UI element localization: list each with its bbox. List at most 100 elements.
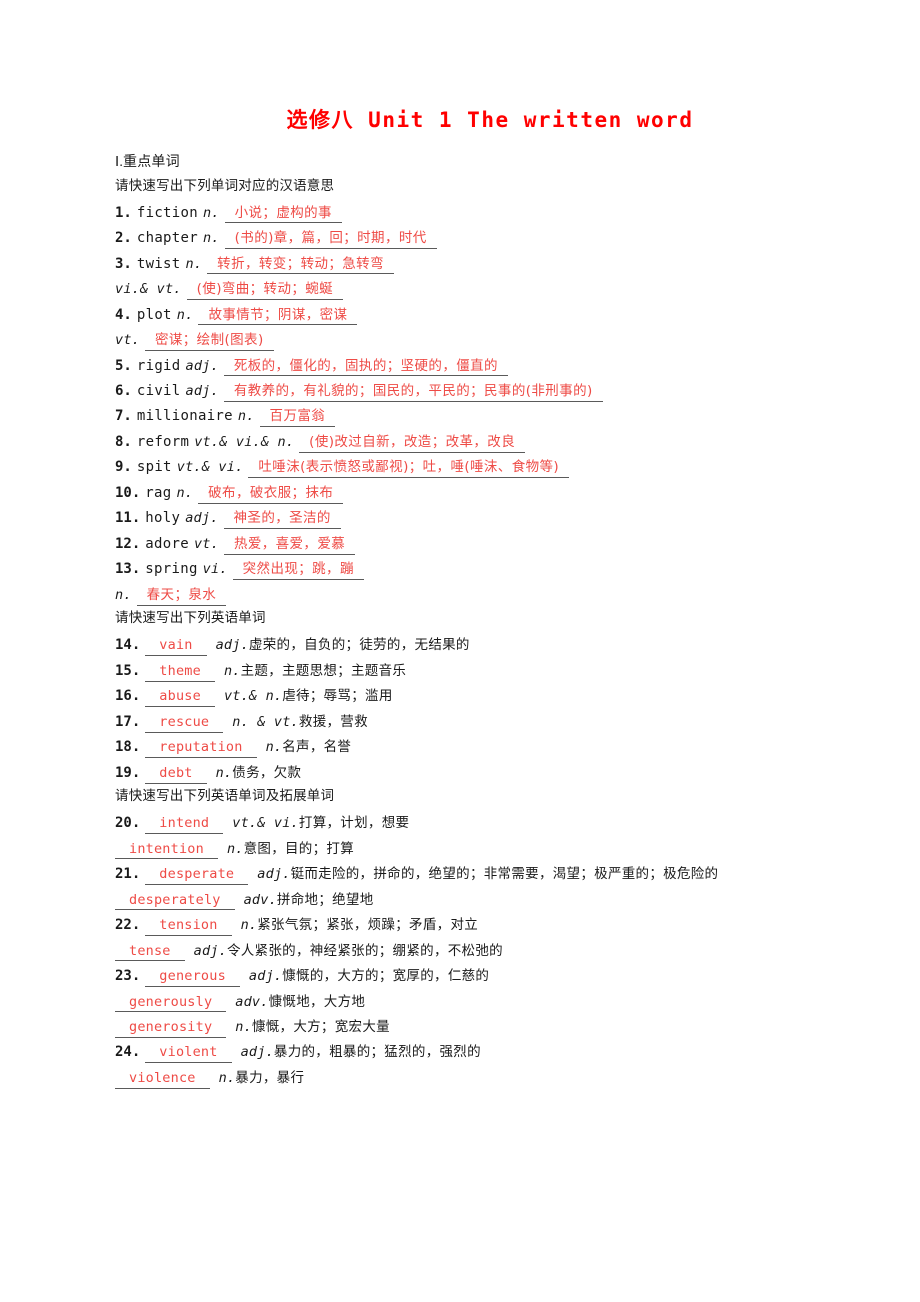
entry-answer-blank[interactable]: tense xyxy=(115,943,185,962)
entry-part-of-speech: n. xyxy=(215,764,233,781)
vocab-entry: tense adj.令人紧张的，神经紧张的；绷紧的，不松弛的 xyxy=(115,939,805,964)
entry-answer-blank[interactable]: (使)改过自新，改造；改革，改良 xyxy=(299,434,526,453)
entry-answer-blank[interactable]: 神圣的，圣洁的 xyxy=(223,510,341,530)
entry-number: 18. xyxy=(115,739,141,756)
entry-number: 1. xyxy=(115,204,132,221)
entry-number: 7. xyxy=(115,408,132,425)
vocab-entry: 10. rag n. 破布，破衣服；抹布 xyxy=(115,481,805,506)
entry-answer-blank[interactable]: theme xyxy=(145,663,215,682)
entry-answer-blank[interactable]: generous xyxy=(145,968,240,987)
entry-number: 10. xyxy=(115,484,141,501)
entry-answer-blank[interactable]: rescue xyxy=(145,714,224,733)
entry-number: 9. xyxy=(115,459,132,476)
vocab-entry: vi.& vt. (使)弯曲；转动；蜿蜒 xyxy=(115,277,805,302)
entry-word: twist xyxy=(136,255,181,272)
entry-number: 12. xyxy=(115,535,141,552)
entry-answer-blank[interactable]: 热爱，喜爱，爱慕 xyxy=(223,536,356,555)
vocab-entry: 7. millionaire n. 百万富翁 xyxy=(115,404,805,429)
entry-part-of-speech: adj. xyxy=(185,510,219,527)
entry-number: 4. xyxy=(115,306,132,323)
entry-answer-blank[interactable]: 密谋；绘制(图表) xyxy=(144,332,274,351)
entry-answer-blank[interactable]: intend xyxy=(145,815,224,834)
entry-meaning: 慷慨地，大方地 xyxy=(268,993,366,1010)
entry-answer-blank[interactable]: violence xyxy=(115,1070,210,1089)
entry-answer-blank[interactable]: 春天；泉水 xyxy=(136,587,227,606)
entry-answer-blank[interactable]: debt xyxy=(145,765,207,784)
vocab-entry: 2. chapter n. (书的)章，篇，回；时期，时代 xyxy=(115,226,805,251)
entry-answer-blank[interactable]: violent xyxy=(145,1044,232,1064)
entry-meaning: 拼命地；绝望地 xyxy=(276,891,374,908)
entry-part-of-speech: n. xyxy=(202,204,220,221)
entry-number: 19. xyxy=(115,764,141,781)
entry-meaning: 暴力，暴行 xyxy=(235,1069,305,1086)
entry-number: 15. xyxy=(115,662,141,679)
entry-part-of-speech: adj. xyxy=(248,968,283,985)
entry-number: 22. xyxy=(115,917,141,934)
entry-meaning: 虚荣的，自负的；徒劳的，无结果的 xyxy=(248,637,470,654)
entry-meaning: 铤而走险的，拼命的，绝望的；非常需要，渴望；极严重的；极危险的 xyxy=(290,866,719,883)
entry-part-of-speech: n. xyxy=(176,306,194,323)
entry-answer-blank[interactable]: 死板的，僵化的，固执的；坚硬的，僵直的 xyxy=(223,358,508,377)
entry-answer-blank[interactable]: generously xyxy=(115,994,227,1013)
entry-meaning: 主题，主题思想；主题音乐 xyxy=(240,662,407,679)
entry-part-of-speech: vi.& vt. xyxy=(115,281,182,298)
entry-answer-blank[interactable]: 突然出现；跳，蹦 xyxy=(232,561,364,581)
entry-part-of-speech: vt.& n. xyxy=(223,688,283,705)
entry-word: civil xyxy=(136,383,181,399)
entry-meaning: 紧张气氛；紧张，烦躁；矛盾，对立 xyxy=(257,917,479,934)
vocab-entry: 18. reputation n.名声，名誉 xyxy=(115,735,805,760)
entry-number: 21. xyxy=(115,866,141,883)
vocab-entry: 22. tension n.紧张气氛；紧张，烦躁；矛盾，对立 xyxy=(115,913,805,938)
entry-number: 14. xyxy=(115,637,141,654)
entry-answer-blank[interactable]: intention xyxy=(115,841,218,860)
entry-part-of-speech: vt.& vi. xyxy=(176,459,244,476)
entry-answer-blank[interactable]: desperately xyxy=(115,892,235,911)
vocab-entry: 4. plot n. 故事情节；阴谋，密谋 xyxy=(115,303,805,328)
entry-answer-blank[interactable]: reputation xyxy=(145,739,257,759)
entry-answer-blank[interactable]: 有教养的，有礼貌的；国民的，平民的；民事的(非刑事的) xyxy=(223,383,603,402)
vocab-entry: 9. spit vt.& vi. 吐唾沫(表示愤怒或鄙视)；吐，唾(唾沫、食物等) xyxy=(115,455,805,480)
entry-number: 24. xyxy=(115,1044,141,1061)
entry-part-of-speech: n. xyxy=(202,230,220,247)
entry-number: 2. xyxy=(115,230,132,247)
entry-answer-blank[interactable]: (书的)章，篇，回；时期，时代 xyxy=(224,230,437,249)
vocab-entry: 5. rigid adj. 死板的，僵化的，固执的；坚硬的，僵直的 xyxy=(115,354,805,379)
entry-meaning: 暴力的，粗暴的；猛烈的，强烈的 xyxy=(273,1044,481,1061)
entry-word: millionaire xyxy=(136,408,233,425)
vocab-entry: 21. desperate adj.铤而走险的，拼命的，绝望的；非常需要，渴望；极严… xyxy=(115,862,805,887)
entry-answer-blank[interactable]: 破布，破衣服；抹布 xyxy=(198,485,344,504)
vocab-entry: 3. twist n. 转折，转变；转动；急转弯 xyxy=(115,252,805,277)
entry-word: spring xyxy=(145,561,198,578)
group-b-list: 14. vain adj.虚荣的，自负的；徒劳的，无结果的 15. theme n. 主题，… xyxy=(115,633,805,786)
entry-answer-blank[interactable]: 吐唾沫(表示愤怒或鄙视)；吐，唾(唾沫、食物等) xyxy=(248,459,570,479)
entry-part-of-speech: adj. xyxy=(215,637,249,654)
entry-part-of-speech: n. xyxy=(240,917,258,934)
entry-meaning: 债务，欠款 xyxy=(232,764,302,781)
entry-answer-blank[interactable]: generosity xyxy=(115,1019,227,1038)
entry-part-of-speech: n. xyxy=(115,586,132,603)
entry-answer-blank[interactable]: tension xyxy=(145,917,232,936)
entry-part-of-speech: n. xyxy=(176,484,194,501)
entry-part-of-speech: n. & vt. xyxy=(232,713,299,730)
vocab-entry: 8. reform vt.& vi.& n. (使)改过自新，改造；改革，改良 xyxy=(115,430,805,455)
entry-answer-blank[interactable]: 小说；虚构的事 xyxy=(224,205,342,224)
entry-answer-blank[interactable]: 故事情节；阴谋，密谋 xyxy=(198,307,358,326)
entry-answer-blank[interactable]: (使)弯曲；转动；蜿蜒 xyxy=(186,281,344,300)
entry-answer-blank[interactable]: abuse xyxy=(145,688,215,708)
entry-number: 16. xyxy=(115,688,141,705)
vocab-entry: 6. civil adj. 有教养的，有礼貌的；国民的，平民的；民事的(非刑事的) xyxy=(115,379,805,404)
entry-answer-blank[interactable]: vain xyxy=(145,637,207,657)
entry-part-of-speech: n. xyxy=(218,1069,236,1086)
entry-word: adore xyxy=(145,535,189,552)
entry-meaning: 慷慨，大方；宽宏大量 xyxy=(251,1018,390,1035)
entry-answer-blank[interactable]: 转折，转变；转动；急转弯 xyxy=(207,256,394,275)
entry-meaning: 慷慨的，大方的；宽厚的，仁慈的 xyxy=(282,968,490,985)
entry-word: holy xyxy=(145,510,181,527)
entry-meaning: 意图，目的；打算 xyxy=(243,840,355,857)
entry-answer-blank[interactable]: 百万富翁 xyxy=(259,408,336,428)
entry-part-of-speech: vt. xyxy=(193,535,219,552)
entry-answer-blank[interactable]: desperate xyxy=(145,866,249,885)
entry-number: 17. xyxy=(115,713,141,730)
prompt-english-word: 请快速写出下列英语单词 xyxy=(115,610,266,627)
prompt-english-word-extended: 请快速写出下列英语单词及拓展单词 xyxy=(115,788,335,805)
